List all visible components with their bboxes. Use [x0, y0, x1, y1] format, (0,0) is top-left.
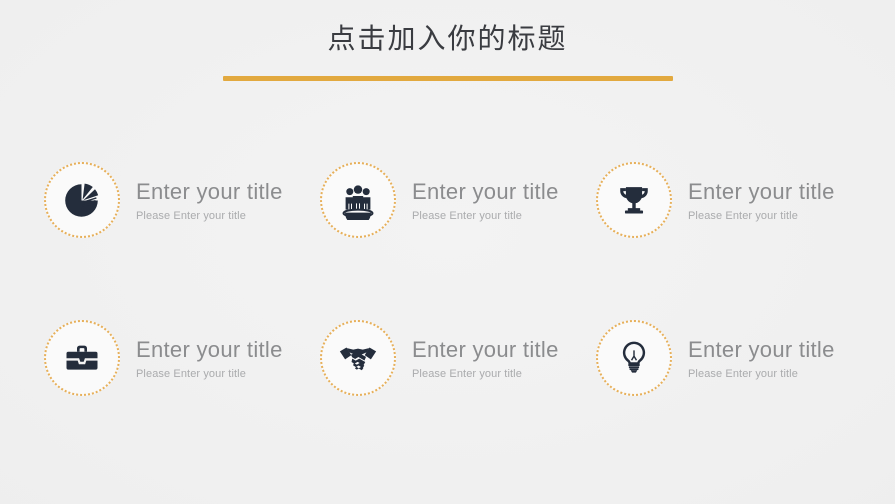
feature-subtitle-1: Please Enter your title [136, 209, 246, 222]
title-block: 点击加入你的标题 [0, 22, 895, 81]
team-group-icon [338, 180, 378, 220]
icon-circle-1 [44, 162, 120, 238]
feature-item-4[interactable]: Enter your title Please Enter your title [44, 308, 320, 408]
feature-title-6: Enter your title [688, 336, 835, 362]
lightbulb-icon [615, 339, 653, 377]
icon-circle-2 [320, 162, 396, 238]
feature-subtitle-2: Please Enter your title [412, 209, 522, 222]
icon-circle-6 [596, 320, 672, 396]
feature-text-1: Enter your title Please Enter your title [136, 177, 283, 224]
feature-title-1: Enter your title [136, 178, 283, 204]
trophy-icon [615, 181, 653, 219]
feature-title-2: Enter your title [412, 178, 559, 204]
feature-title-3: Enter your title [688, 178, 835, 204]
feature-subtitle-4: Please Enter your title [136, 367, 246, 380]
title-underline-rule [222, 76, 673, 81]
feature-item-6[interactable]: Enter your title Please Enter your title [596, 308, 872, 408]
icon-circle-4 [44, 320, 120, 396]
feature-grid: Enter your title Please Enter your title [44, 150, 874, 466]
feature-subtitle-3: Please Enter your title [688, 209, 798, 222]
feature-text-4: Enter your title Please Enter your title [136, 335, 283, 382]
pie-chart-icon [62, 180, 102, 220]
feature-subtitle-6: Please Enter your title [688, 367, 798, 380]
feature-text-5: Enter your title Please Enter your title [412, 335, 559, 382]
icon-circle-3 [596, 162, 672, 238]
feature-item-1[interactable]: Enter your title Please Enter your title [44, 150, 320, 250]
feature-subtitle-5: Please Enter your title [412, 367, 522, 380]
feature-text-3: Enter your title Please Enter your title [688, 177, 835, 224]
feature-title-4: Enter your title [136, 336, 283, 362]
page-title: 点击加入你的标题 [327, 22, 568, 55]
feature-item-5[interactable]: Enter your title Please Enter your title [320, 308, 596, 408]
slide-canvas: 点击加入你的标题 Enter your title Please Enter y… [0, 0, 895, 504]
feature-text-2: Enter your title Please Enter your title [412, 177, 559, 224]
feature-item-3[interactable]: Enter your title Please Enter your title [596, 150, 872, 250]
handshake-icon [337, 337, 379, 379]
icon-circle-5 [320, 320, 396, 396]
feature-text-6: Enter your title Please Enter your title [688, 335, 835, 382]
briefcase-icon [62, 338, 102, 378]
feature-item-2[interactable]: Enter your title Please Enter your title [320, 150, 596, 250]
feature-title-5: Enter your title [412, 336, 559, 362]
